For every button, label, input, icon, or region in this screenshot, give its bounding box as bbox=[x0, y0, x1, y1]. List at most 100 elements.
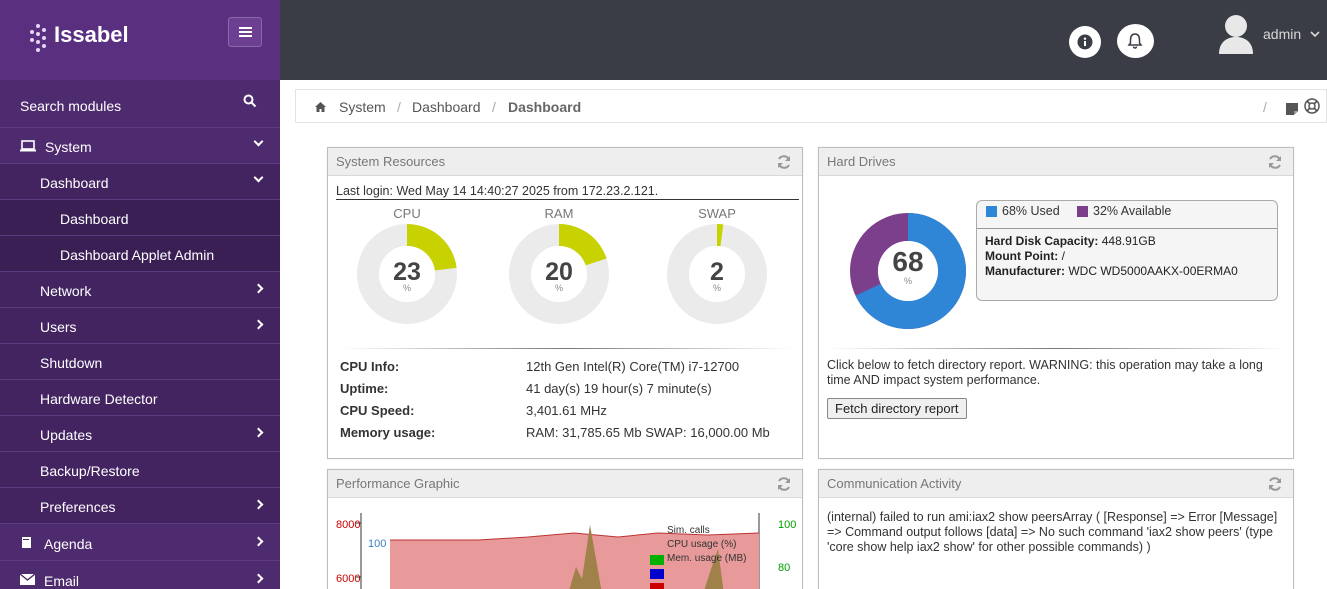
panel-header: System Resources bbox=[328, 148, 802, 176]
info-key: Memory usage: bbox=[340, 425, 436, 440]
sidebar-item-users[interactable]: Users bbox=[0, 308, 280, 344]
sidebar-item-system[interactable]: System bbox=[0, 128, 280, 164]
refresh-icon[interactable] bbox=[776, 476, 792, 492]
user-menu-name[interactable]: admin bbox=[1263, 26, 1301, 42]
sidebar-item-label: System bbox=[45, 139, 92, 155]
disk-mount-label: Mount Point: bbox=[985, 249, 1059, 263]
legend-label-calls: Sim. calls bbox=[667, 525, 710, 536]
sidebar-item-label: Network bbox=[40, 283, 92, 299]
disk-mount-value: / bbox=[1061, 249, 1065, 263]
sidebar-item-email[interactable]: Email bbox=[0, 562, 280, 589]
right-axis-tick: 100 bbox=[778, 519, 797, 531]
right-axis-tick: 80 bbox=[778, 562, 791, 574]
search-modules[interactable]: Search modules bbox=[0, 80, 280, 128]
avatar[interactable] bbox=[1217, 12, 1255, 54]
panel-title: Communication Activity bbox=[827, 476, 962, 491]
help-lifebuoy-icon[interactable] bbox=[1304, 98, 1320, 114]
disk-mount: Mount Point: / bbox=[985, 249, 1065, 263]
chevron-right-icon bbox=[253, 573, 264, 584]
sidebar-item-label: Updates bbox=[40, 427, 93, 443]
sidebar: Issabel Search modules System Dashboard … bbox=[0, 0, 280, 589]
note-icon[interactable] bbox=[1285, 102, 1299, 116]
sidebar-item-label: Dashboard Applet Admin bbox=[60, 247, 215, 263]
sidebar-item-label: Shutdown bbox=[40, 355, 103, 371]
last-login: Last login: Wed May 14 14:40:27 2025 fro… bbox=[336, 184, 799, 200]
breadcrumb-item-dashboard[interactable]: Dashboard bbox=[412, 99, 481, 115]
legend-swatch-cpu bbox=[650, 569, 664, 579]
breadcrumb-item-system[interactable]: System bbox=[339, 99, 386, 115]
refresh-icon[interactable] bbox=[1267, 476, 1283, 492]
panel-title: Performance Graphic bbox=[336, 476, 460, 491]
disk-used-value: 68 bbox=[892, 246, 924, 277]
gauge-unit-ram: % bbox=[554, 283, 563, 293]
notifications-button[interactable] bbox=[1117, 24, 1154, 58]
laptop-icon bbox=[20, 140, 36, 152]
sidebar-item-hardware-detector[interactable]: Hardware Detector bbox=[0, 380, 280, 416]
info-value: 41 day(s) 19 hour(s) 7 minute(s) bbox=[526, 381, 712, 396]
chevron-down-icon bbox=[253, 136, 264, 147]
info-button[interactable] bbox=[1069, 26, 1101, 58]
info-value: 12th Gen Intel(R) Core(TM) i7-12700 bbox=[526, 359, 740, 374]
sidebar-item-preferences[interactable]: Preferences bbox=[0, 488, 280, 524]
panel-header: Hard Drives bbox=[819, 148, 1293, 176]
panel-header: Performance Graphic bbox=[328, 470, 802, 498]
gauge-unit-cpu: % bbox=[402, 283, 411, 293]
info-key: CPU Info: bbox=[340, 359, 400, 374]
disk-legend: 68% Used 32% Available Hard Disk Capacit… bbox=[976, 200, 1278, 301]
panel-title: System Resources bbox=[336, 154, 446, 169]
info-key: CPU Speed: bbox=[340, 403, 415, 418]
sidebar-item-updates[interactable]: Updates bbox=[0, 416, 280, 452]
sidebar-item-dashboard-page[interactable]: Dashboard bbox=[0, 200, 280, 236]
sidebar-item-dashboard-applet-admin[interactable]: Dashboard Applet Admin bbox=[0, 236, 280, 272]
sidebar-item-dashboard[interactable]: Dashboard bbox=[0, 164, 280, 200]
home-icon[interactable] bbox=[314, 101, 327, 113]
disk-capacity-label: Hard Disk Capacity: bbox=[985, 234, 1099, 248]
info-value: 3,401.61 MHz bbox=[526, 403, 607, 418]
fetch-directory-report-button[interactable]: Fetch directory report bbox=[827, 398, 967, 419]
search-modules-label: Search modules bbox=[20, 98, 122, 114]
gauge-unit-swap: % bbox=[712, 283, 721, 293]
search-icon[interactable] bbox=[243, 94, 257, 108]
mid-axis-tick: 100 bbox=[368, 538, 387, 550]
chevron-right-icon bbox=[253, 283, 264, 294]
disk-manufacturer-value: WDC WD5000AAKX-00ERMA0 bbox=[1068, 264, 1238, 278]
sidebar-item-network[interactable]: Network bbox=[0, 272, 280, 308]
disk-used-unit: % bbox=[903, 276, 912, 286]
sidebar-item-label: Hardware Detector bbox=[40, 391, 158, 407]
panel-title: Hard Drives bbox=[827, 154, 896, 169]
legend-swatch-used bbox=[986, 206, 997, 217]
menu-toggle-button[interactable] bbox=[228, 17, 262, 47]
envelope-icon bbox=[20, 574, 35, 585]
sidebar-item-shutdown[interactable]: Shutdown bbox=[0, 344, 280, 380]
sidebar-item-label: Dashboard bbox=[40, 175, 109, 191]
sidebar-item-label: Email bbox=[44, 573, 80, 589]
topbar bbox=[280, 0, 1327, 80]
sidebar-item-backup-restore[interactable]: Backup/Restore bbox=[0, 452, 280, 488]
chevron-down-icon[interactable] bbox=[1310, 31, 1320, 38]
performance-graphic-panel: Performance Graphic 8000 6000 100 100 80… bbox=[327, 469, 803, 589]
sidebar-item-agenda[interactable]: Agenda bbox=[0, 525, 280, 561]
bell-icon bbox=[1127, 33, 1143, 49]
chevron-down-icon bbox=[253, 172, 264, 183]
breadcrumb-separator: / bbox=[492, 99, 496, 115]
refresh-icon[interactable] bbox=[1267, 154, 1283, 170]
sidebar-item-label: Preferences bbox=[40, 499, 116, 515]
brand-name: Issabel bbox=[54, 22, 129, 47]
breadcrumb-item-current: Dashboard bbox=[508, 99, 582, 115]
hard-drives-panel: Hard Drives 68 % 68% Used 32% Available … bbox=[818, 147, 1294, 459]
info-key: Uptime: bbox=[340, 381, 389, 396]
legend-swatch-available bbox=[1077, 206, 1088, 217]
sidebar-item-label: Agenda bbox=[44, 536, 93, 552]
disk-manufacturer-label: Manufacturer: bbox=[985, 264, 1066, 278]
directory-report-warning: Click below to fetch directory report. W… bbox=[827, 358, 1263, 387]
info-icon bbox=[1077, 34, 1093, 50]
sidebar-item-label: Dashboard bbox=[60, 211, 129, 227]
divider bbox=[827, 348, 1289, 349]
disk-manufacturer: Manufacturer: WDC WD5000AAKX-00ERMA0 bbox=[985, 264, 1238, 278]
legend-label-cpu: CPU usage (%) bbox=[667, 539, 737, 550]
chevron-right-icon bbox=[253, 536, 264, 547]
refresh-icon[interactable] bbox=[776, 154, 792, 170]
info-value: RAM: 31,785.65 Mb SWAP: 16,000.00 Mb bbox=[526, 425, 770, 440]
communication-activity-panel: Communication Activity (internal) failed… bbox=[818, 469, 1294, 589]
legend-swatch-calls bbox=[650, 555, 664, 565]
